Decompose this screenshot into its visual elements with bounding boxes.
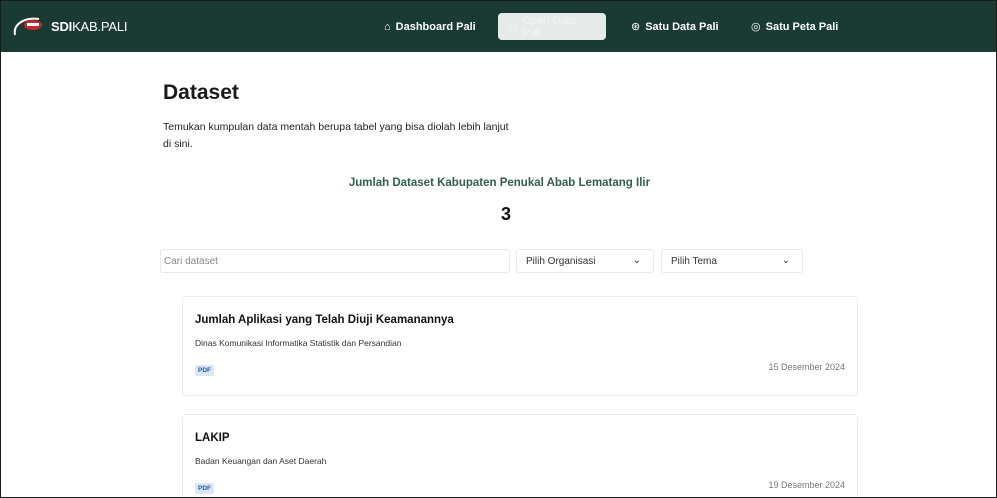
home-icon: ⌂: [384, 20, 391, 33]
nav-satu-peta-pali[interactable]: ◎ Satu Peta Pali: [751, 13, 838, 40]
search-placeholder: Cari dataset: [164, 255, 218, 267]
page-title: Dataset: [163, 81, 239, 104]
dataset-title[interactable]: Jumlah Aplikasi yang Telah Diuji Keamana…: [195, 314, 454, 326]
organisasi-select[interactable]: Pilih Organisasi ⌄: [516, 249, 654, 273]
format-badge: PDF: [195, 483, 214, 494]
tema-select-value: Pilih Tema: [671, 255, 717, 267]
globe-icon: ◎: [508, 21, 518, 33]
dataset-date: 15 Desember 2024: [768, 362, 845, 372]
top-navbar: SDIKAB.PALI ⌂ Dashboard Pali ◎ Open Data…: [1, 1, 996, 52]
nav-dashboard-pali[interactable]: ⌂ Dashboard Pali: [384, 13, 476, 40]
dataset-organization: Badan Keuangan dan Aset Daerah: [195, 456, 327, 466]
map-icon: ◎: [751, 21, 761, 33]
chevron-down-icon: ⌄: [632, 255, 641, 266]
dataset-card[interactable]: LAKIP Badan Keuangan dan Aset Daerah PDF…: [182, 414, 858, 497]
nav-satu-peta-label: Satu Peta Pali: [765, 20, 839, 33]
logo-text-rest: KAB.PALI: [72, 18, 128, 34]
nav-satu-data-label: Satu Data Pali: [645, 20, 719, 33]
tema-select[interactable]: Pilih Tema ⌄: [661, 249, 803, 273]
logo-mark-icon: [13, 17, 42, 36]
chevron-down-icon: ⌄: [781, 255, 790, 266]
page-frame: SDIKAB.PALI ⌂ Dashboard Pali ◎ Open Data…: [0, 0, 997, 498]
format-badge: PDF: [195, 365, 214, 376]
nav-dashboard-label: Dashboard Pali: [395, 20, 476, 33]
nav-satu-data-pali[interactable]: ⊛ Satu Data Pali: [631, 13, 719, 40]
dataset-count-title: Jumlah Dataset Kabupaten Penukal Abab Le…: [348, 177, 651, 189]
search-input[interactable]: Cari dataset: [160, 249, 510, 273]
dataset-title[interactable]: LAKIP: [195, 432, 230, 444]
page-description: Temukan kumpulan data mentah berupa tabe…: [163, 121, 509, 150]
dataset-count-value: 3: [500, 204, 511, 224]
dataset-organization: Dinas Komunikasi Informatika Statistik d…: [195, 338, 402, 348]
dataset-card[interactable]: Jumlah Aplikasi yang Telah Diuji Keamana…: [182, 296, 858, 396]
nav-open-data-label: Open Data Pali: [522, 14, 576, 39]
cube-icon: ⊛: [631, 21, 641, 33]
site-logo[interactable]: SDIKAB.PALI: [11, 15, 128, 37]
organisasi-select-value: Pilih Organisasi: [526, 255, 596, 267]
logo-text-bold: SDI: [51, 18, 73, 34]
logo-text: SDIKAB.PALI: [51, 18, 128, 34]
dataset-date: 19 Desember 2024: [768, 480, 845, 490]
nav-open-data-pali[interactable]: ◎ Open Data Pali: [498, 13, 606, 40]
